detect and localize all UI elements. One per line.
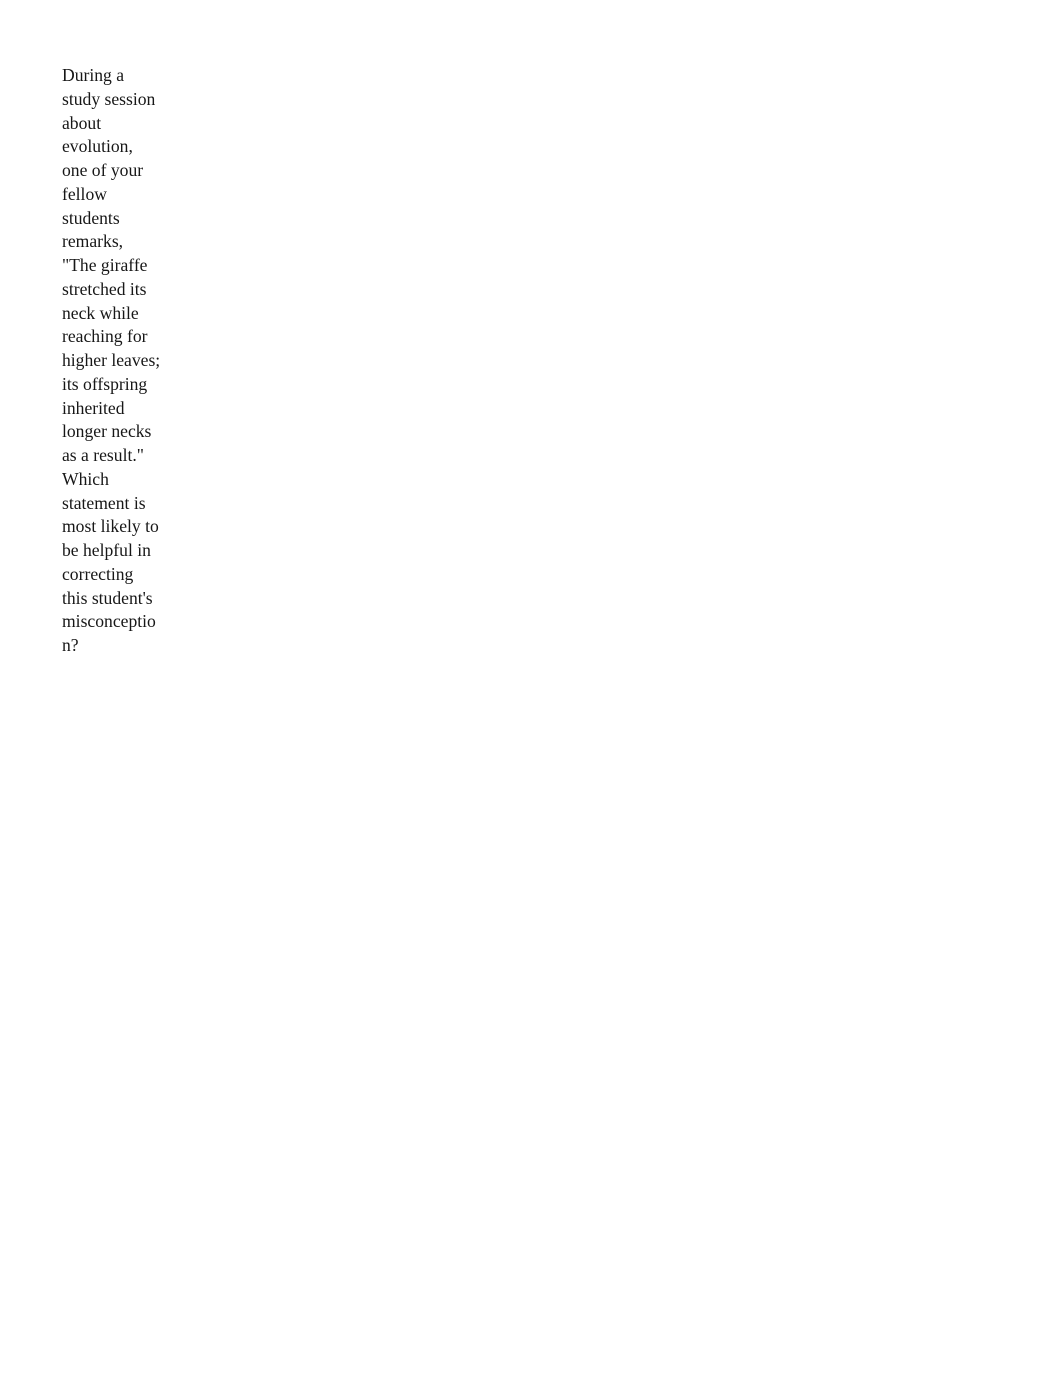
- question-text-block: During a study session about evolution, …: [62, 64, 161, 658]
- document-page: During a study session about evolution, …: [0, 0, 1062, 1376]
- question-prompt: During a study session about evolution, …: [62, 65, 161, 655]
